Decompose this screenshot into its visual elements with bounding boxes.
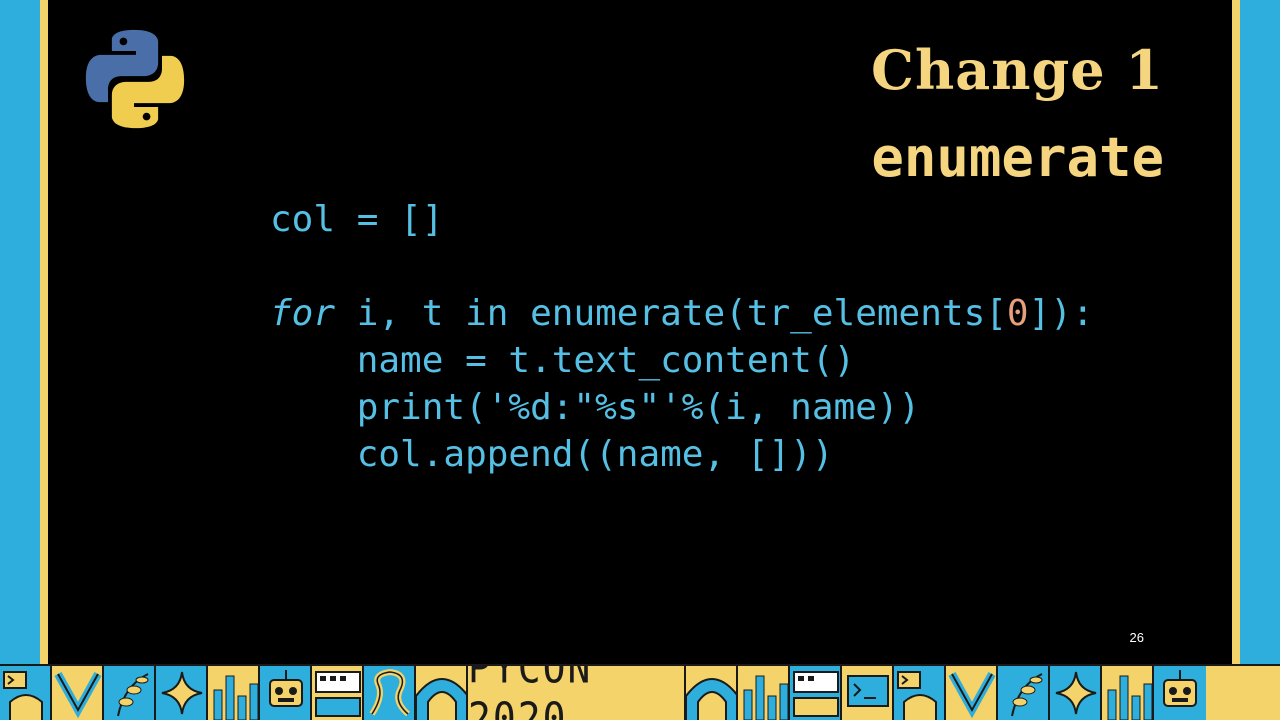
page-number: 26 [1129, 630, 1144, 645]
keyboard-icon [790, 666, 842, 720]
code-line: col = [] [270, 199, 444, 240]
chevron-icon [946, 666, 998, 720]
chevron-icon [52, 666, 104, 720]
slide-subtitle: enumerate [871, 126, 1164, 189]
keyboard-icon [312, 666, 364, 720]
bars-icon [1102, 666, 1154, 720]
bars-icon [208, 666, 260, 720]
laurel-icon [998, 666, 1050, 720]
code-line: name = t.text_content() [270, 340, 856, 381]
code-line-for: for i, t in enumerate(tr_elements[0]): [270, 293, 1094, 334]
pycon-2020-text: PYCON 2020 [468, 664, 593, 720]
terminal-icon [842, 666, 894, 720]
robot-icon [260, 666, 312, 720]
star-icon [156, 666, 208, 720]
snake-icon [364, 666, 416, 720]
left-gold-stripe [40, 0, 48, 664]
terminal-icon [894, 666, 946, 720]
keyword-for: for [270, 293, 336, 334]
arch-icon [416, 666, 468, 720]
code-line: print('%d:"%s"'%(i, name)) [270, 387, 921, 428]
left-blue-rail [0, 0, 40, 664]
number-literal: 0 [1006, 293, 1029, 334]
code-line: col.append((name, [])) [270, 434, 834, 475]
python-logo-icon [85, 29, 185, 129]
right-gold-stripe [1232, 0, 1240, 664]
arch-icon [686, 666, 738, 720]
robot-icon [1154, 666, 1206, 720]
bars-icon [738, 666, 790, 720]
terminal-icon [0, 666, 52, 720]
pycon-2020-logo: PYCON 2020 [468, 666, 686, 720]
pycon-banner: PYCON 2020 [0, 664, 1280, 720]
laurel-icon [104, 666, 156, 720]
code-block: col = [] for i, t in enumerate(tr_element… [270, 196, 1094, 478]
right-blue-rail [1240, 0, 1280, 664]
star-icon [1050, 666, 1102, 720]
slide-title: Change 1 [871, 38, 1164, 102]
slide: Change 1 enumerate col = [] for i, t in e… [48, 0, 1232, 664]
